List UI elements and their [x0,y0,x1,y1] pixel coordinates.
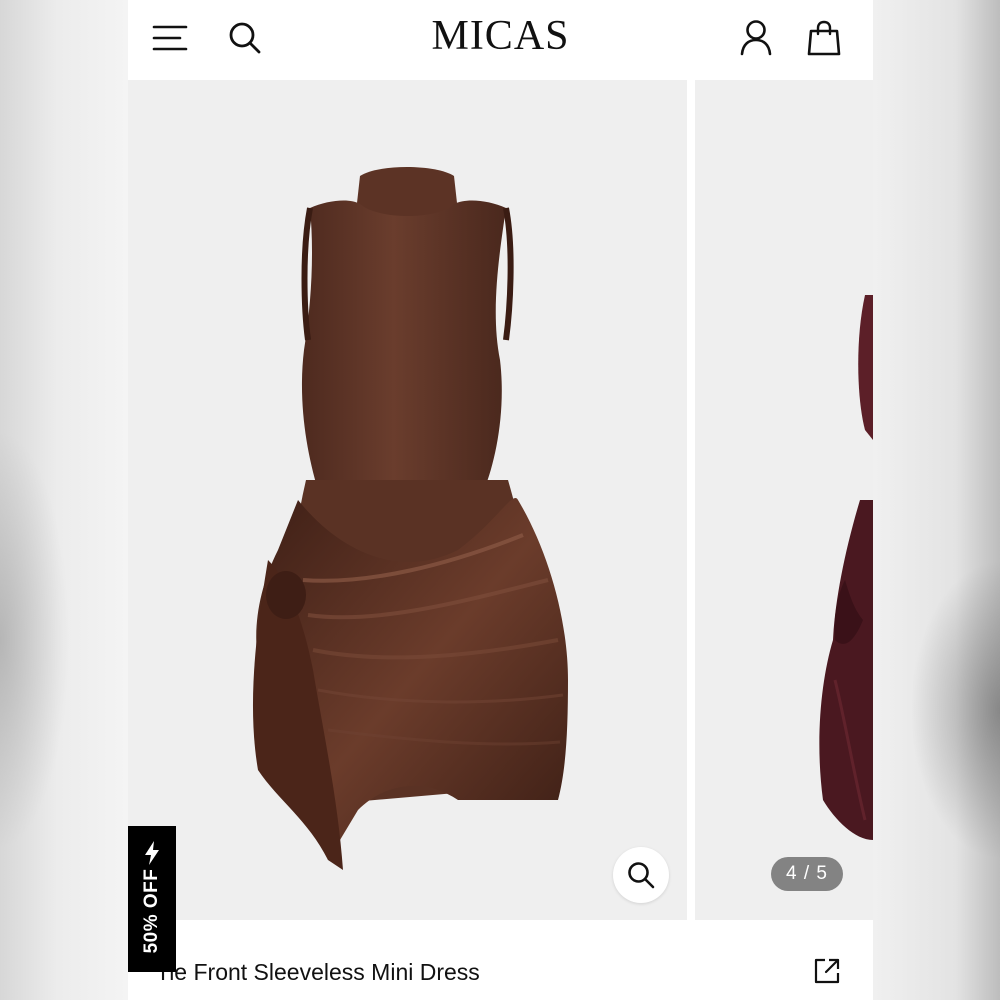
lightning-bolt-icon [145,840,159,865]
share-icon [814,958,840,984]
slide-counter: 4 / 5 [771,857,843,891]
account-icon [740,20,772,56]
blurred-backdrop-right [873,0,1000,1000]
product-title: Tie Front Sleeveless Mini Dress [156,959,480,985]
brown-dress-image [252,167,568,870]
account-button[interactable] [734,16,778,60]
product-image-gallery[interactable]: 4 / 5 [128,80,873,922]
blurred-backdrop-left [0,0,128,1000]
share-button[interactable] [812,956,844,988]
cart-button[interactable] [802,16,846,60]
header: MICAS [128,0,873,78]
product-image-current[interactable] [128,80,687,920]
product-image-next[interactable]: 4 / 5 [695,80,873,920]
product-page: MICAS 4 / 5 Tie Front Sleeveless Mini Dr… [128,0,873,1000]
sale-badge: 50% OFF [128,826,176,972]
shopping-bag-icon [807,20,841,56]
product-title-row: Tie Front Sleeveless Mini Dress [128,922,873,1000]
zoom-button[interactable] [613,847,669,903]
burgundy-dress-image [819,295,873,840]
sale-badge-label: 50% OFF [141,868,162,954]
search-icon [628,862,655,889]
